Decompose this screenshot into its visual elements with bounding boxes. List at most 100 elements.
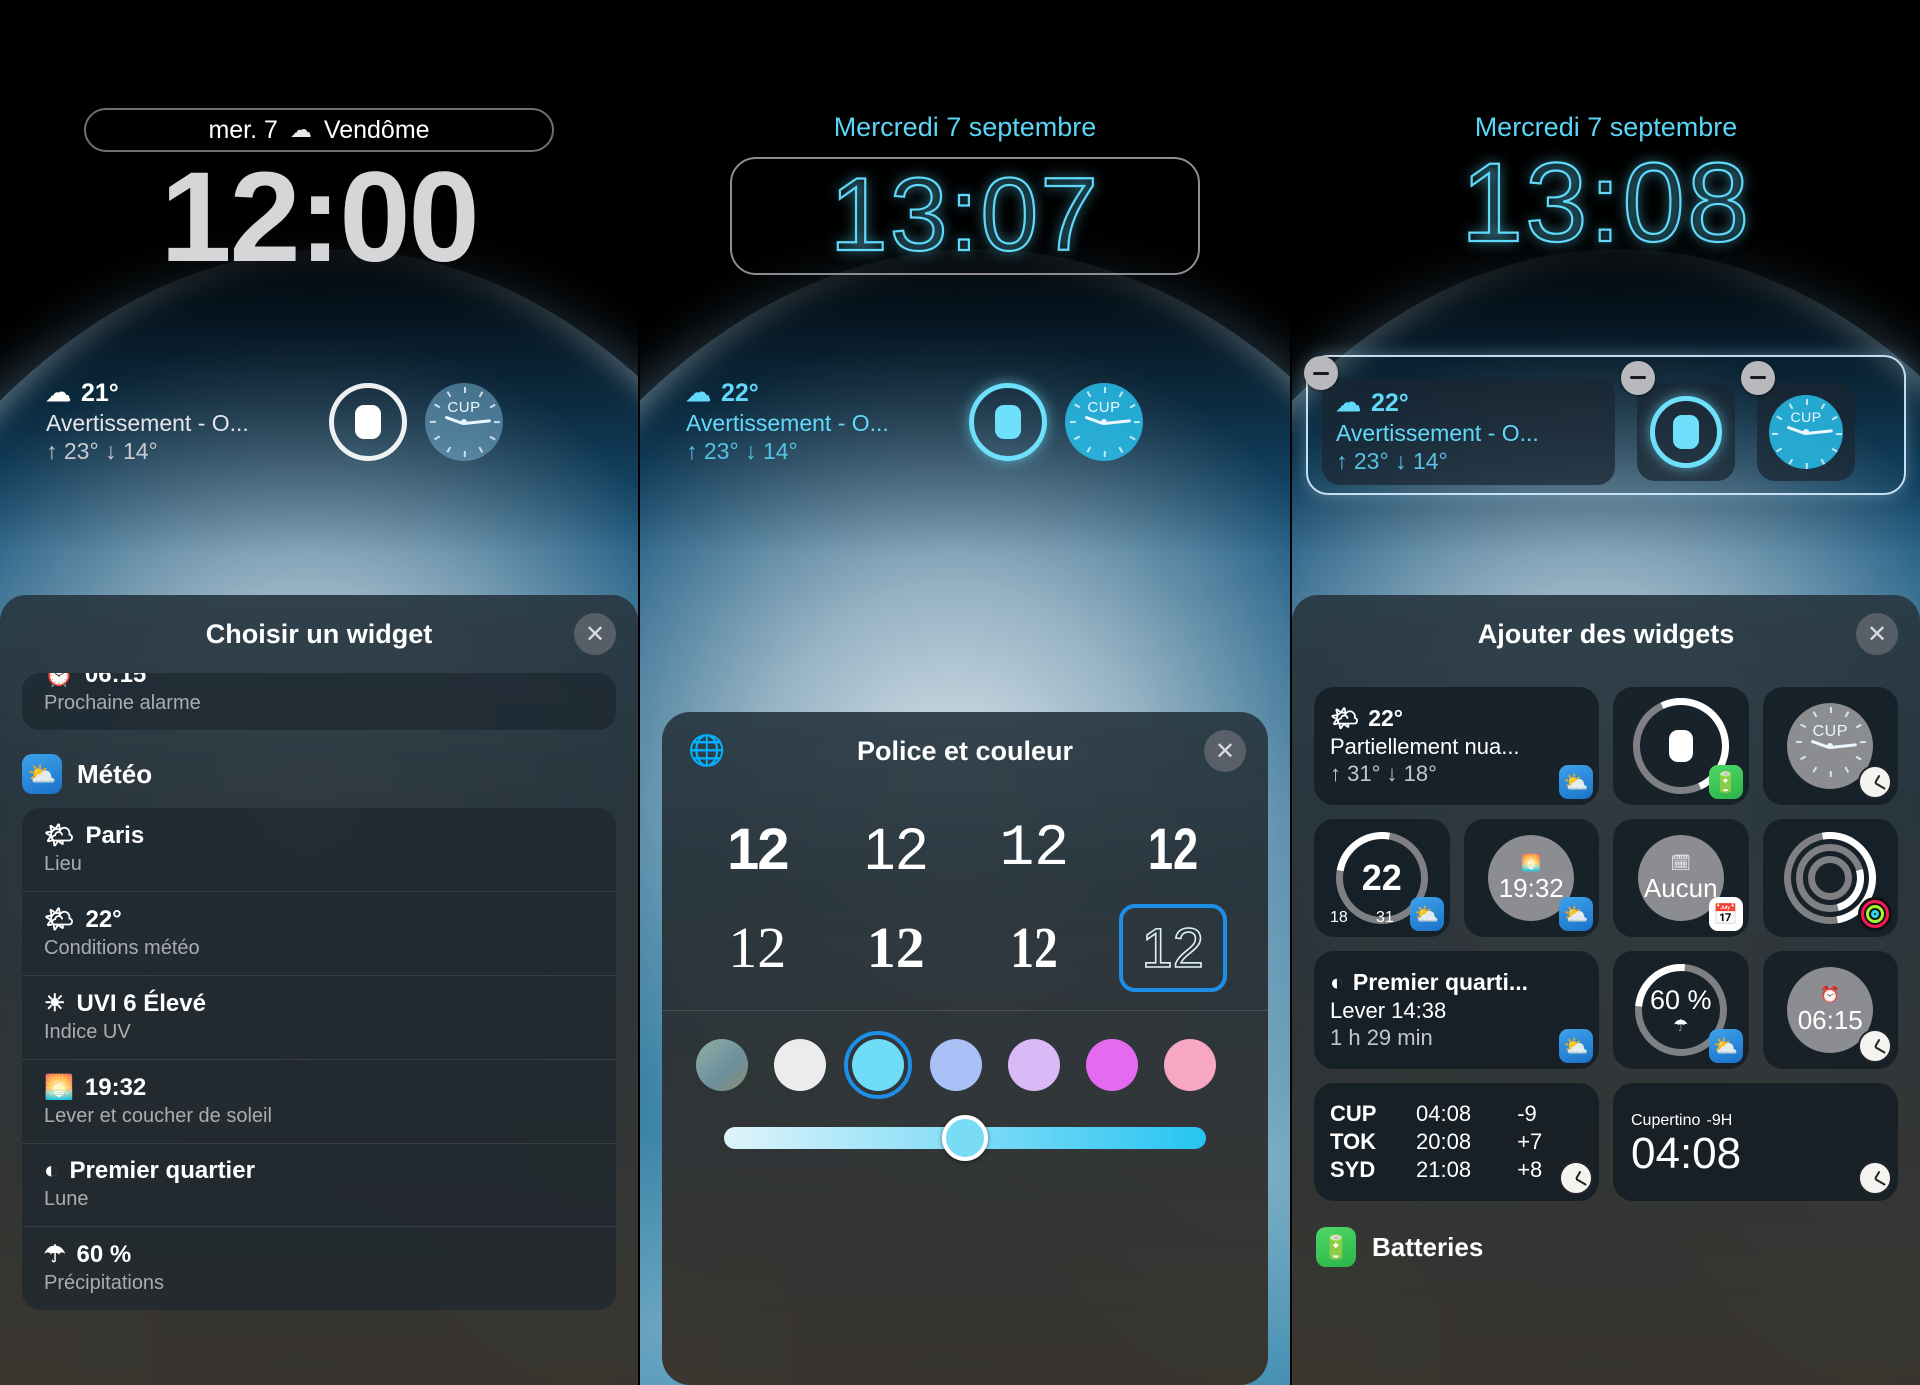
font-option-mono[interactable]: 12 xyxy=(980,806,1088,894)
close-icon[interactable]: ✕ xyxy=(574,613,616,655)
app-header-weather: ⛅ Météo xyxy=(0,730,638,808)
color-swatch-white[interactable] xyxy=(774,1039,826,1091)
list-item-label: Lever et coucher de soleil xyxy=(44,1105,272,1127)
gallery-sunset[interactable]: 🌅 19:32 ⛅ xyxy=(1463,819,1599,937)
weather-temp: 22° xyxy=(721,378,759,407)
weather-widget[interactable]: ☁ 21° Avertissement - O... ↑ 23° ↓ 14° xyxy=(46,378,311,465)
watch-battery-widget[interactable] xyxy=(329,382,407,461)
clock-center-dot xyxy=(461,418,467,425)
weather-widget[interactable]: ☁ 22° Avertissement - O... ↑ 23° ↓ 14° xyxy=(686,378,951,465)
phone-panel-1: mer. 7 ☁ Vendôme 12:00 ☁ 21° Avertissemen… xyxy=(0,0,638,1385)
remove-widget-button[interactable] xyxy=(1621,360,1655,395)
clock-time: 13:07 xyxy=(829,157,1101,274)
lock-date[interactable]: Mercredi 7 septembre xyxy=(640,112,1290,143)
gallery-moon-phase[interactable]: ◐ Premier quarti... Lever 14:38 1 h 29 mi… xyxy=(1314,951,1599,1069)
weather-condition: Avertissement - O... xyxy=(46,410,249,436)
font-option-serif[interactable]: 12 xyxy=(703,904,811,992)
lock-widget-row-3: ☁ 22° Avertissement - O... ↑ 23° ↓ 14° C… xyxy=(1292,356,1920,485)
gallery-activity-rings[interactable] xyxy=(1762,819,1898,937)
list-item-label: Prochaine alarme xyxy=(44,692,201,714)
list-item-value: 19:32 xyxy=(84,1073,147,1101)
gallery-precipitation[interactable]: 60 % ☂ ⛅ xyxy=(1613,951,1749,1069)
list-item-value: UVI 6 Élevé xyxy=(76,989,206,1017)
clock-time-wrap[interactable]: 13:08 xyxy=(1292,145,1920,259)
phone-panel-2: Mercredi 7 septembre 13:07 ☁ 22° Avertiss… xyxy=(640,0,1290,1385)
weather-range: ↑ 23° ↓ 14° xyxy=(686,438,798,464)
gallery-alarm[interactable]: ⏰ 06:15 xyxy=(1762,951,1898,1069)
cloud-icon: ☁ xyxy=(46,379,71,407)
battery-app-icon: 🔋 xyxy=(1708,765,1743,799)
font-option-serif-narrow[interactable]: 12 xyxy=(990,904,1079,992)
watch-icon xyxy=(995,404,1021,439)
watch-battery-widget[interactable] xyxy=(969,382,1047,461)
wc-time: 21:08 xyxy=(1416,1157,1472,1182)
gallery-calendar[interactable]: 🗓 Aucun 📅 xyxy=(1613,819,1749,937)
gallery-moon-rise: Lever 14:38 xyxy=(1330,998,1447,1023)
font-option-sans-bold[interactable]: 12 xyxy=(703,806,811,894)
city-clock-widget[interactable]: CUP xyxy=(425,382,503,461)
date-pill-day: mer. 7 xyxy=(208,115,278,144)
alarm-card: ⏰ 06:15 Prochaine alarme xyxy=(22,673,616,730)
watch-icon xyxy=(355,404,381,439)
gallery-temp-range[interactable]: 22 18 31 ⛅ xyxy=(1314,819,1450,937)
city-clock-widget[interactable]: CUP xyxy=(1741,360,1855,481)
gallery-temp-value: 22 xyxy=(1361,857,1402,898)
list-item[interactable]: 🌤 Paris Lieu xyxy=(22,808,616,891)
list-item[interactable]: ☂ 60 % Précipitations xyxy=(22,1226,616,1310)
alarm-icon: ⏰ xyxy=(44,673,74,688)
gallery-world-clock[interactable]: CUP 04:08 -9 TOK 20:08 +7 SYD 21:08 +8 xyxy=(1314,1083,1599,1201)
gallery-city-clock[interactable]: CUP xyxy=(1762,687,1898,805)
watch-icon xyxy=(1673,414,1699,449)
globe-icon[interactable]: 🌐 xyxy=(688,734,725,769)
gallery-watch-battery[interactable]: 🔋 xyxy=(1613,687,1749,805)
list-item[interactable]: ◐ Premier quartier Lune xyxy=(22,1143,616,1226)
table-row: TOK 20:08 +7 xyxy=(1330,1128,1583,1156)
font-option-outline[interactable]: 12 xyxy=(1118,904,1227,992)
moon-phase-icon: ◐ xyxy=(1330,969,1344,995)
font-option-serif-bold[interactable]: 12 xyxy=(842,904,950,992)
lock-date[interactable]: Mercredi 7 septembre xyxy=(1292,112,1920,143)
color-swatch-magenta[interactable] xyxy=(1086,1039,1138,1091)
intensity-slider[interactable] xyxy=(724,1115,1206,1161)
weather-widget[interactable]: ☁ 22° Avertissement - O... ↑ 23° ↓ 14° xyxy=(1304,356,1615,485)
clock-city-label: CUP xyxy=(447,398,481,416)
list-item[interactable]: ⏰ 06:15 Prochaine alarme xyxy=(22,673,616,730)
color-swatches xyxy=(662,1011,1268,1101)
wc-city: CUP xyxy=(1330,1101,1377,1126)
remove-widget-button[interactable] xyxy=(1741,360,1775,395)
gallery-weather-conditions[interactable]: 🌤 22° Partiellement nua... ↑ 31° ↓ 18° ⛅ xyxy=(1314,687,1599,805)
phone-panel-3: Mercredi 7 septembre 13:08 ☁ 22° Avertiss… xyxy=(1292,0,1920,1385)
clock-frame[interactable]: 13:07 xyxy=(730,157,1200,275)
clock-app-icon xyxy=(1858,1161,1892,1195)
list-item[interactable]: 🌤 22° Conditions météo xyxy=(22,891,616,975)
color-swatch-multicolor[interactable] xyxy=(696,1039,748,1091)
weather-app-icon: ⛅ xyxy=(1559,1029,1593,1063)
clock-app-icon xyxy=(1559,1161,1593,1195)
gallery-precip-value: 60 % xyxy=(1649,984,1712,1015)
clock-center-dot xyxy=(1101,418,1107,425)
weather-app-icon: ⛅ xyxy=(1708,1029,1743,1063)
font-option-sans-light[interactable]: 12 xyxy=(842,806,950,894)
sheet-header: Choisir un widget ✕ xyxy=(0,595,638,673)
clock-time[interactable]: 12:00 xyxy=(0,154,638,282)
watch-battery-widget[interactable] xyxy=(1621,360,1735,481)
city-clock-widget[interactable]: CUP xyxy=(1065,382,1143,461)
alarm-icon: ⏰ xyxy=(1820,986,1841,1004)
slider-knob[interactable] xyxy=(942,1115,988,1161)
weather-condition: Avertissement - O... xyxy=(1336,420,1539,446)
sheet-title: Ajouter des widgets xyxy=(1477,618,1735,649)
close-icon[interactable]: ✕ xyxy=(1204,730,1246,772)
close-icon[interactable]: ✕ xyxy=(1856,613,1898,655)
color-swatch-cyan[interactable] xyxy=(844,1031,912,1099)
color-swatch-lavender[interactable] xyxy=(1008,1039,1060,1091)
list-item[interactable]: 🌅 19:32 Lever et coucher de soleil xyxy=(22,1059,616,1143)
partly-cloudy-icon: 🌤 xyxy=(44,906,75,933)
color-swatch-periwinkle[interactable] xyxy=(930,1039,982,1091)
list-item-label: Lieu xyxy=(44,853,82,875)
battery-app-icon: 🔋 xyxy=(1316,1227,1356,1267)
gallery-city-time[interactable]: Cupertino -9H 04:08 xyxy=(1613,1083,1898,1201)
font-option-condensed[interactable]: 12 xyxy=(1131,806,1215,894)
list-item[interactable]: ☀ UVI 6 Élevé Indice UV xyxy=(22,975,616,1059)
color-swatch-pink[interactable] xyxy=(1164,1039,1216,1091)
remove-widget-button[interactable] xyxy=(1304,356,1338,390)
